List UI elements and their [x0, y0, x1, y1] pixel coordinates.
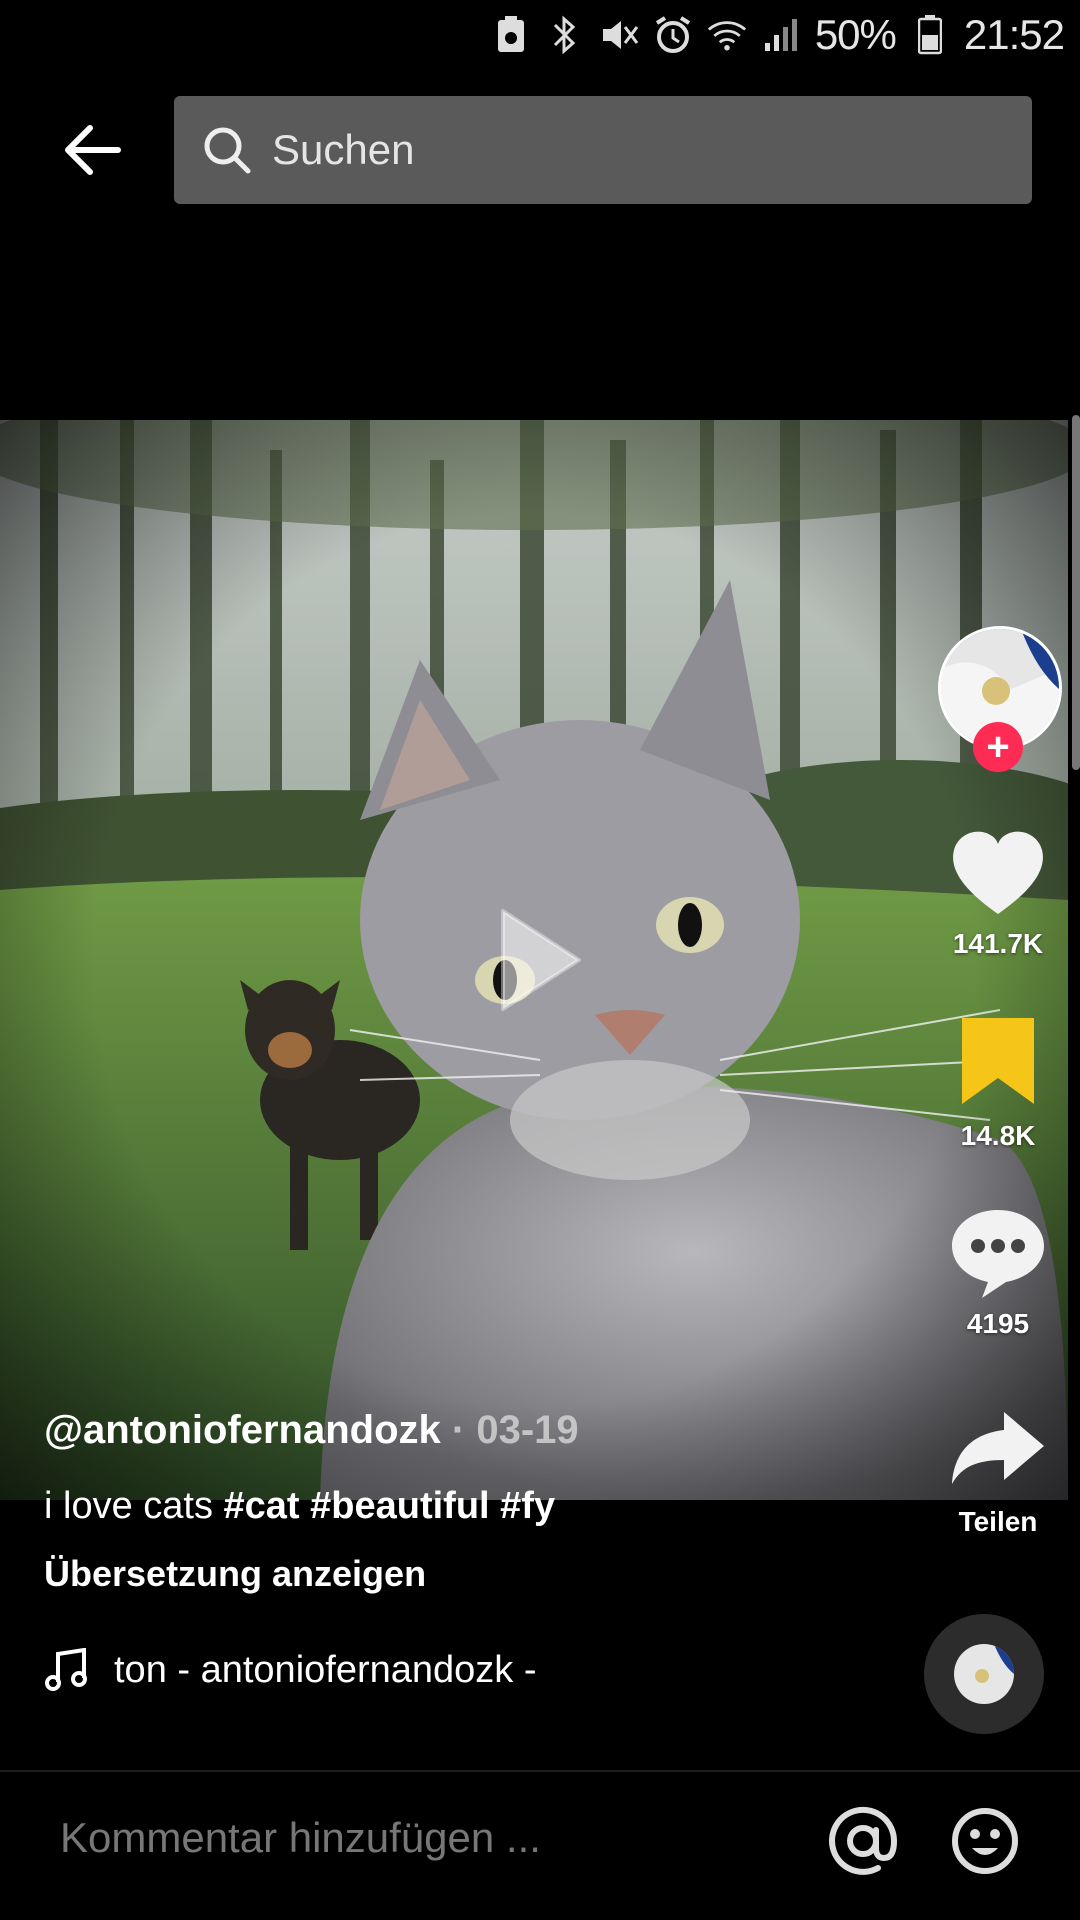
- post-date: 03-19: [476, 1408, 579, 1452]
- caption-text: i love cats: [44, 1485, 213, 1527]
- alarm-icon: [653, 15, 693, 55]
- hashtags[interactable]: #cat #beautiful #fy: [224, 1485, 556, 1527]
- music-note-icon: [45, 1648, 87, 1691]
- storage-icon: [491, 15, 531, 55]
- at-icon: [829, 1806, 898, 1875]
- signal-icon: [761, 15, 801, 55]
- search-input[interactable]: Suchen: [272, 126, 414, 174]
- post-caption: i love cats #cat #beautiful #fy: [44, 1485, 555, 1528]
- emoji-button[interactable]: [950, 1806, 1020, 1876]
- status-bar: 50% 21:52: [0, 0, 1080, 70]
- translate-button[interactable]: Übersetzung anzeigen: [44, 1553, 426, 1595]
- sound-disc-image: [954, 1644, 1014, 1704]
- heart-icon: [953, 831, 1043, 914]
- emoji-icon: [952, 1808, 1018, 1874]
- share-label: Teilen: [958, 1506, 1038, 1537]
- like-action[interactable]: 141.7K: [940, 826, 1056, 960]
- follow-button[interactable]: +: [973, 722, 1023, 772]
- bookmark-icon: [962, 1018, 1034, 1104]
- battery-icon: [910, 15, 950, 55]
- username[interactable]: @antoniofernandozk: [44, 1408, 441, 1452]
- share-action[interactable]: Teilen: [940, 1404, 1056, 1538]
- sound-link[interactable]: ton - antoniofernandozk -: [44, 1648, 537, 1692]
- bluetooth-icon: [545, 15, 585, 55]
- divider: [0, 1770, 1080, 1772]
- separator: ·: [451, 1408, 466, 1452]
- scroll-indicator[interactable]: [1072, 415, 1080, 770]
- favorite-count: 14.8K: [960, 1120, 1036, 1151]
- play-button[interactable]: [495, 905, 585, 1015]
- like-count: 141.7K: [952, 928, 1044, 959]
- mute-icon: [599, 15, 639, 55]
- mention-button[interactable]: [828, 1806, 898, 1876]
- play-icon: [501, 909, 581, 1011]
- search-bar[interactable]: Suchen: [174, 96, 1032, 204]
- clock: 21:52: [963, 11, 1065, 58]
- comment-action[interactable]: 4195: [940, 1206, 1056, 1340]
- post-author[interactable]: @antoniofernandozk · 03-19: [44, 1408, 579, 1453]
- search-icon: [204, 127, 251, 174]
- wifi-icon: [707, 15, 747, 55]
- comment-icon: [952, 1210, 1044, 1298]
- share-icon: [952, 1412, 1044, 1484]
- comment-input[interactable]: Kommentar hinzufügen ...: [60, 1814, 541, 1862]
- status-icons: 50% 21:52: [491, 10, 1065, 60]
- back-button[interactable]: [60, 118, 124, 182]
- arrow-left-icon: [65, 125, 121, 175]
- comment-bar: Kommentar hinzufügen ...: [0, 1780, 1080, 1920]
- comment-count: 4195: [966, 1308, 1030, 1339]
- favorite-action[interactable]: 14.8K: [940, 1018, 1056, 1152]
- battery-percent: 50%: [814, 11, 897, 58]
- sound-title: ton - antoniofernandozk -: [114, 1648, 537, 1691]
- sound-disc[interactable]: [924, 1614, 1044, 1734]
